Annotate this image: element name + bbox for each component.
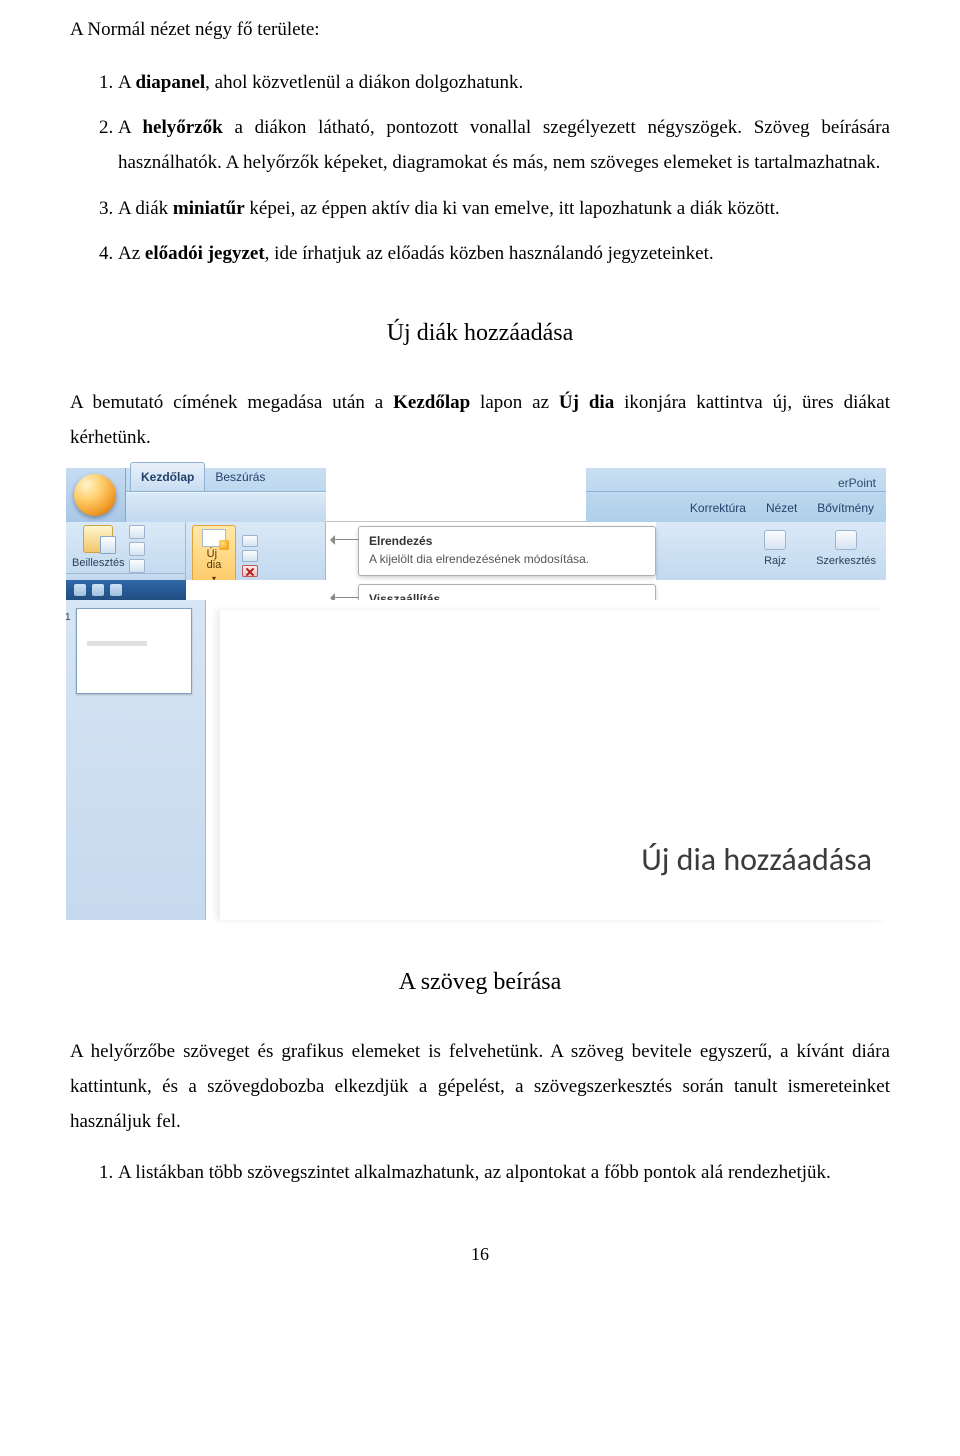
thumb-index: 1 [65, 609, 71, 628]
save-icon[interactable] [74, 584, 86, 596]
list-item: A diapanel, ahol közvetlenül a diákon do… [118, 65, 890, 100]
tab-insert[interactable]: Beszúrás [205, 463, 275, 490]
paste-icon [83, 525, 113, 553]
shapes-icon [764, 530, 786, 550]
slide-thumbnail[interactable]: 1 [76, 608, 192, 694]
ribbon-group-slides: Új dia ▾ Diák [186, 522, 326, 580]
list-item: A helyőrzők a diákon látható, pontozott … [118, 110, 890, 180]
redo-icon[interactable] [110, 584, 122, 596]
layout-icon[interactable] [242, 535, 258, 547]
tab-home[interactable]: Kezdőlap [130, 462, 205, 490]
ribbon-group-clipboard: Beillesztés Vágólap [66, 522, 186, 580]
find-icon [835, 530, 857, 550]
heading-add-slides: Új diák hozzáadása [70, 311, 890, 355]
sub-list: A listákban több szövegszintet alkalmazh… [70, 1155, 890, 1190]
intro-line: A Normál nézet négy fő területe: [70, 12, 890, 47]
para-add: A bemutató címének megadása után a Kezdő… [70, 385, 890, 455]
callout-layout: Elrendezés A kijelölt dia elrendezésének… [358, 526, 656, 576]
reset-icon[interactable] [242, 550, 258, 562]
ribbon-right-groups: Rajz Szerkesztés [656, 522, 886, 580]
list-item: A listákban több szövegszintet alkalmazh… [118, 1155, 890, 1190]
slide-title-text: Új dia hozzáadása [641, 830, 872, 889]
delete-slide-icon[interactable] [242, 565, 258, 577]
slide-canvas[interactable]: Új dia hozzáadása [206, 600, 886, 920]
para-text: A helyőrzőbe szöveget és grafikus elemek… [70, 1034, 890, 1139]
title-gap [326, 468, 586, 522]
callouts-column: Elrendezés A kijelölt dia elrendezésének… [326, 522, 656, 580]
list-item: A diák miniatűr képei, az éppen aktív di… [118, 191, 890, 226]
heading-text-entry: A szöveg beírása [70, 960, 890, 1004]
copy-icon[interactable] [129, 542, 145, 556]
undo-icon[interactable] [92, 584, 104, 596]
powerpoint-screenshot: Kezdőlap Beszúrás erPoint Korrektúra Néz… [66, 468, 886, 920]
paste-button[interactable]: Beillesztés [72, 525, 125, 573]
main-list: A diapanel, ahol közvetlenül a diákon do… [70, 65, 890, 271]
list-item: Az előadói jegyzet, ide írhatjuk az előa… [118, 236, 890, 271]
office-orb[interactable] [66, 468, 126, 522]
tab-view[interactable]: Nézet [760, 494, 803, 521]
format-painter-icon[interactable] [129, 559, 145, 573]
tab-addin[interactable]: Bővítmény [811, 494, 880, 521]
slide-thumbnails-pane[interactable]: 1 [66, 600, 206, 920]
page-number: 16 [70, 1238, 890, 1271]
cut-icon[interactable] [129, 525, 145, 539]
draw-button[interactable]: Rajz [764, 530, 786, 571]
new-slide-icon [202, 529, 226, 547]
quick-access-toolbar[interactable] [66, 580, 186, 600]
office-button-icon [74, 474, 116, 516]
tab-review[interactable]: Korrektúra [684, 494, 752, 521]
thumb-title-placeholder [87, 641, 147, 646]
window-title-suffix: erPoint [586, 468, 886, 492]
editing-button[interactable]: Szerkesztés [816, 530, 876, 571]
